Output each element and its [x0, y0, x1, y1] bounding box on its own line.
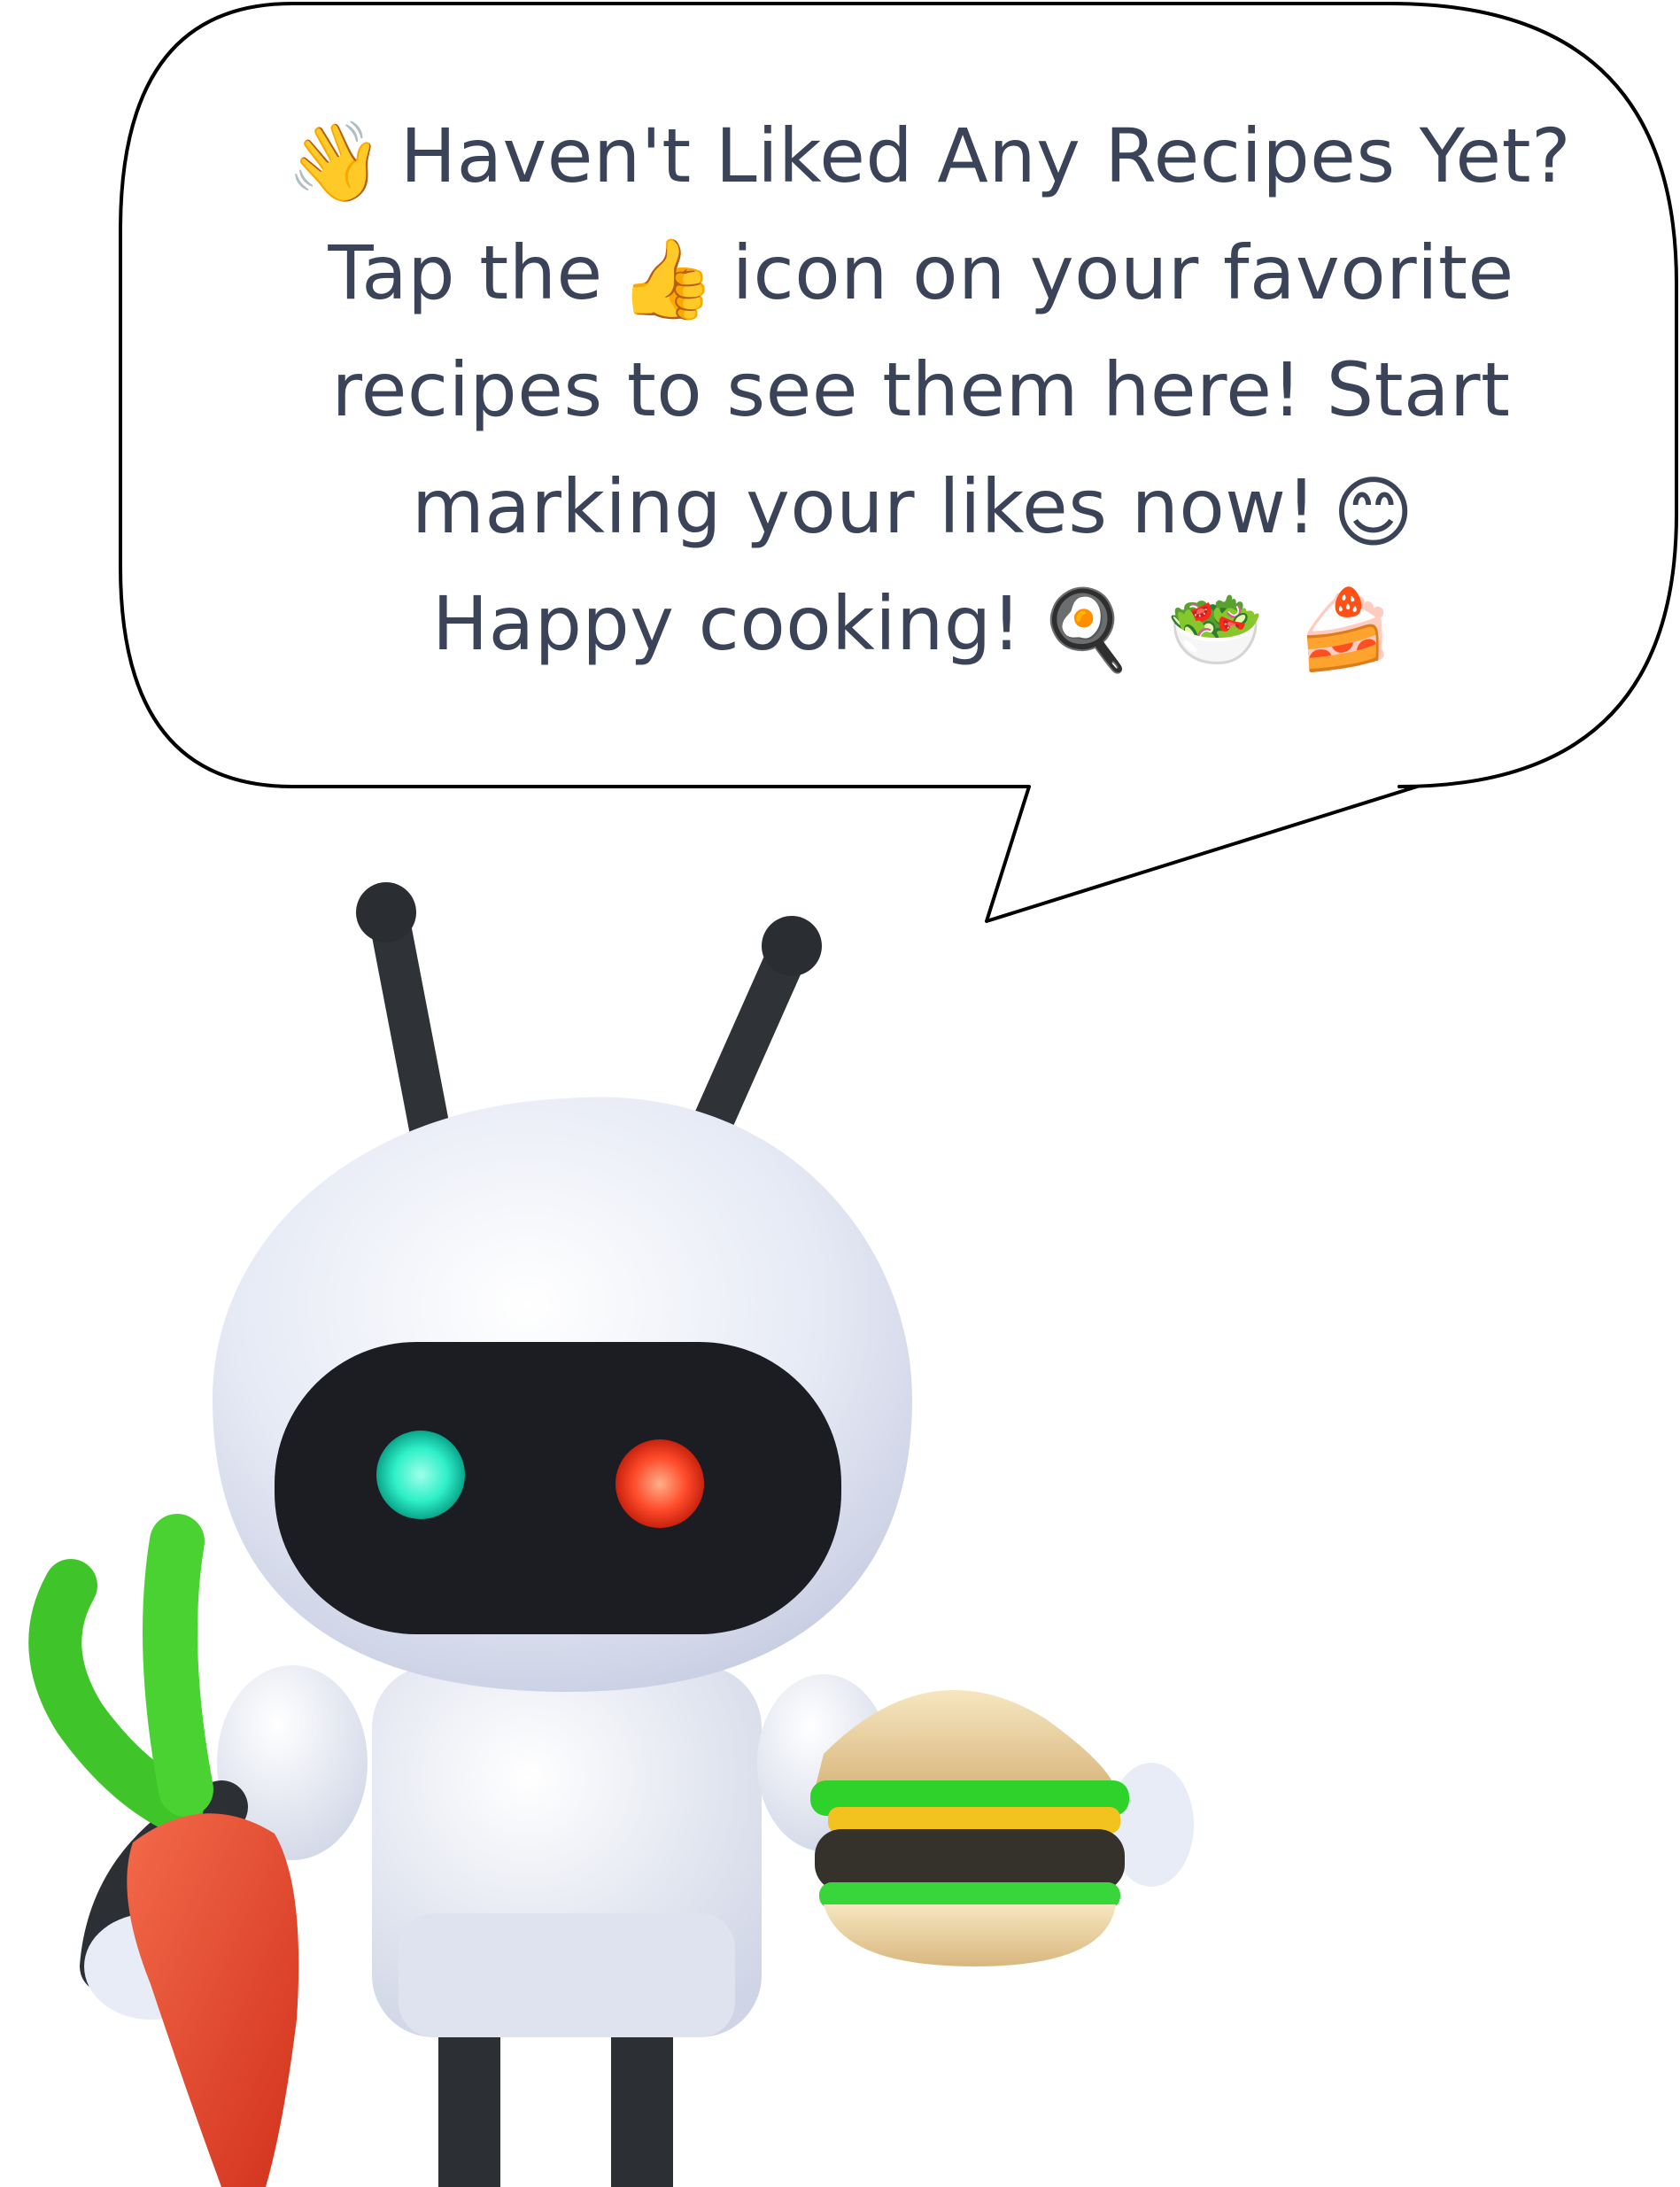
- robot-head: [213, 1097, 912, 1692]
- robot-body: [372, 1665, 762, 2037]
- message-line-5-text: Happy cooking!: [431, 580, 1022, 667]
- message-line-3-text: recipes to see them here! Start: [331, 346, 1511, 433]
- message-line-4-text: marking your likes now!: [412, 463, 1317, 550]
- cake-slice-icon: 🍰: [1296, 584, 1395, 675]
- carrot-icon: [28, 1514, 299, 2187]
- smiling-face-icon: 😊: [1332, 467, 1414, 558]
- robot-chef-mascot: [28, 882, 1194, 2187]
- message-line-1: 👋 Haven't Liked Any Recipes Yet?: [168, 97, 1674, 214]
- message-line-2-after: icon on your favorite: [732, 229, 1514, 316]
- robot-eye-left: [376, 1431, 465, 1519]
- thumbs-up-icon: 👍: [618, 233, 716, 324]
- message-line-5: Happy cooking! 🍳 🥗 🍰: [168, 565, 1674, 682]
- message-line-2: Tap the 👍 icon on your favorite: [168, 214, 1674, 331]
- frying-pan-egg-icon: 🍳: [1037, 584, 1135, 675]
- message-line-3: recipes to see them here! Start: [168, 331, 1674, 448]
- robot-visor: [275, 1342, 841, 1634]
- message-title: Haven't Liked Any Recipes Yet?: [399, 112, 1572, 199]
- burger-icon: [810, 1690, 1129, 1966]
- salad-bowl-icon: 🥗: [1166, 584, 1265, 675]
- waving-hand-icon: 👋: [286, 116, 384, 207]
- empty-liked-recipes-message: 👋 Haven't Liked Any Recipes Yet? Tap the 👍…: [168, 97, 1674, 682]
- robot-eye-right: [615, 1439, 704, 1528]
- message-line-4: marking your likes now! 😊: [168, 448, 1674, 565]
- message-line-2-before: Tap the: [328, 229, 603, 316]
- robot-legs: [438, 2037, 673, 2187]
